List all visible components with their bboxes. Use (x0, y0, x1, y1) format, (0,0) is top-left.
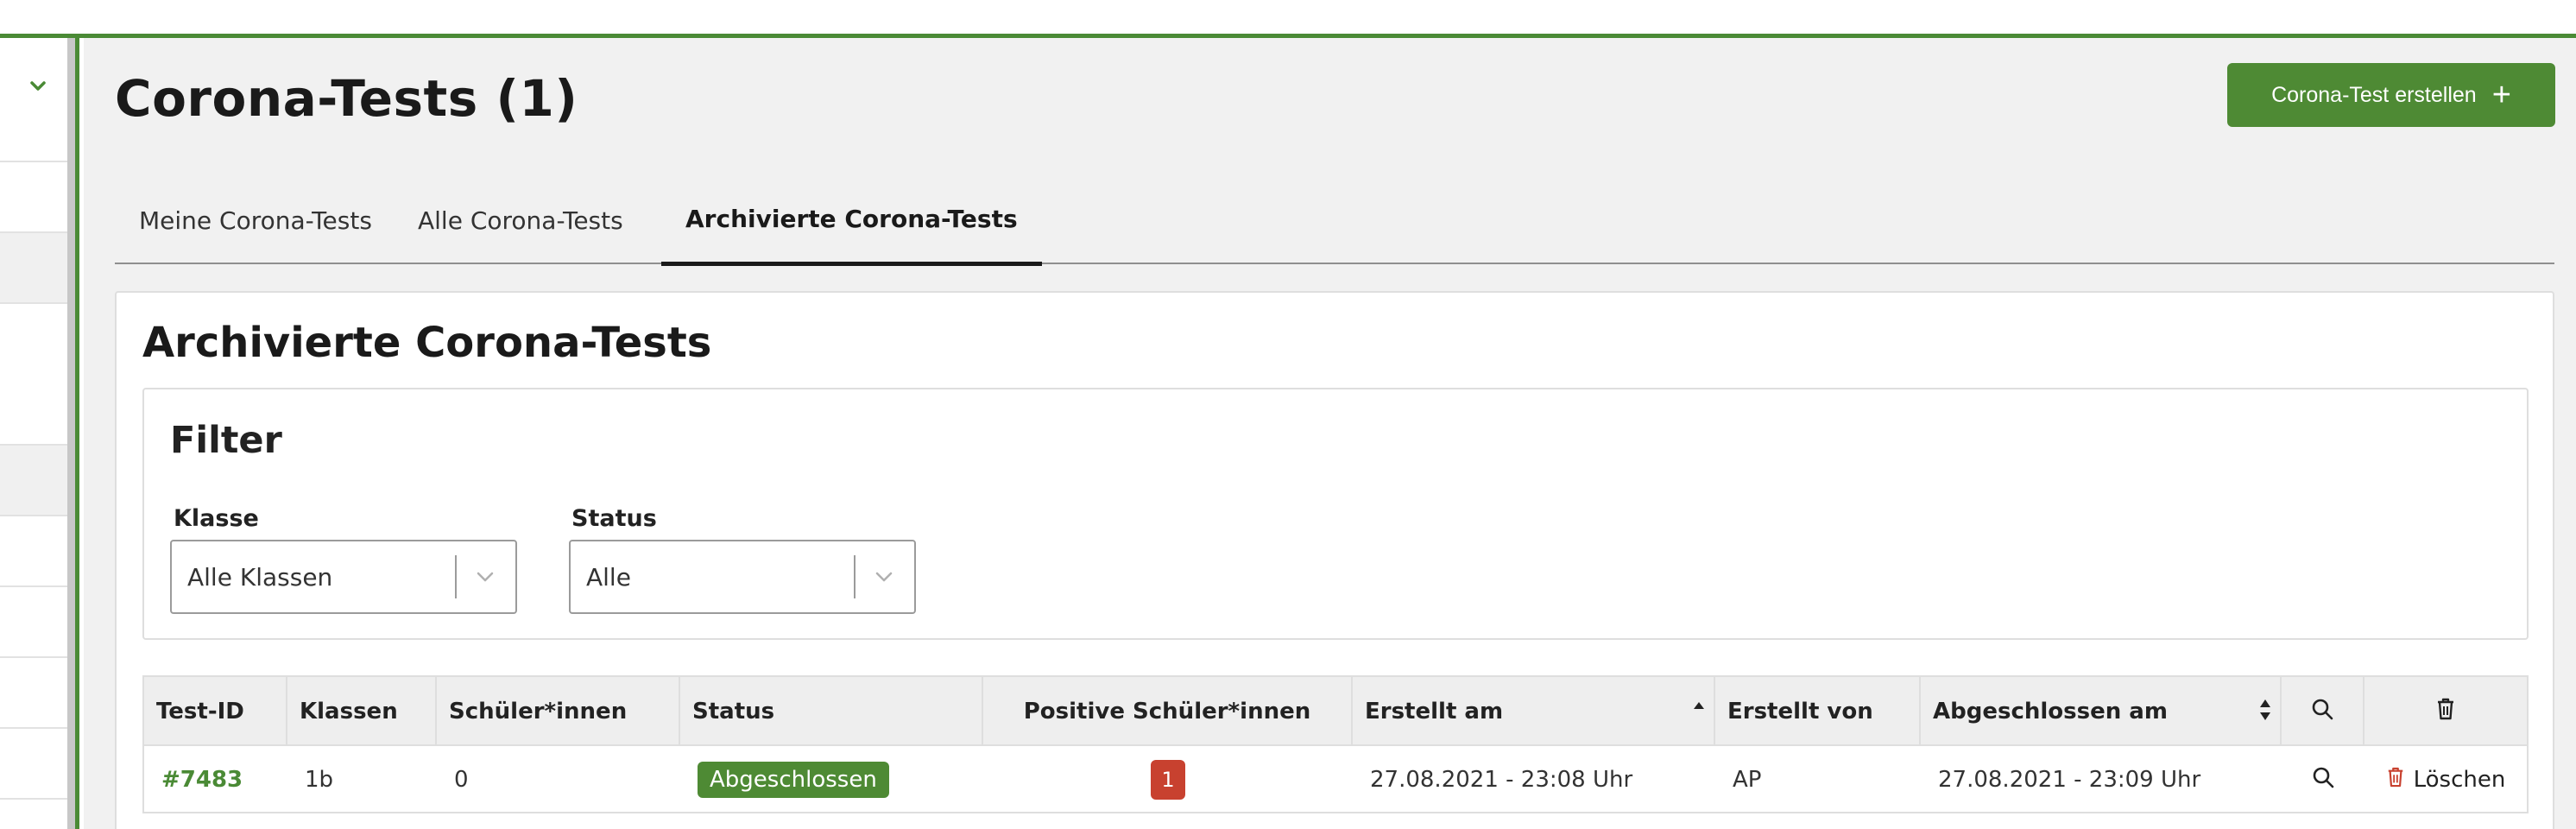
page-title: Corona-Tests (1) (115, 69, 578, 128)
test-id-link[interactable]: #7483 (144, 748, 287, 812)
sort-ascending-icon[interactable] (1693, 701, 1705, 710)
filter-panel: Filter Klasse Alle Klassen Status Alle (142, 388, 2529, 640)
card-title: Archivierte Corona-Tests (142, 319, 712, 367)
column-header-abgeschlossen-am-label: Abgeschlossen am (1933, 699, 2168, 725)
delete-label: Löschen (2413, 767, 2506, 793)
status-select[interactable]: Alle (569, 540, 916, 614)
test-id-value[interactable]: #7483 (161, 767, 243, 793)
column-header-erstellt-am-label: Erstellt am (1365, 699, 1504, 725)
sidebar-item[interactable] (0, 161, 67, 231)
plus-icon: + (2491, 77, 2511, 113)
archive-card: Archivierte Corona-Tests Filter Klasse A… (115, 291, 2554, 829)
column-header-status[interactable]: Status (680, 677, 983, 746)
column-header-schueler[interactable]: Schüler*innen (437, 677, 680, 746)
sidebar-item[interactable] (0, 515, 67, 585)
delete-button[interactable]: Löschen (2386, 766, 2506, 794)
table-row: #7483 1b 0 Abgeschlossen 1 27.08.2021 - … (144, 748, 2527, 812)
corona-tests-table: Test-ID Klassen Schüler*innen Status Pos… (142, 675, 2529, 813)
column-header-klassen[interactable]: Klassen (287, 677, 437, 746)
status-cell: Abgeschlossen (680, 748, 983, 812)
create-corona-test-button[interactable]: Corona-Test erstellen + (2227, 63, 2555, 127)
sidebar-item[interactable] (0, 444, 67, 515)
klasse-select[interactable]: Alle Klassen (170, 540, 517, 614)
select-separator (854, 555, 856, 598)
tab-archivierte-corona-tests[interactable]: Archivierte Corona-Tests (661, 176, 1042, 266)
positive-count-badge: 1 (1151, 760, 1185, 800)
status-label: Status (571, 505, 657, 532)
schueler-cell: 0 (454, 767, 469, 793)
chevron-down-icon[interactable] (26, 74, 50, 98)
tab-bar: Meine Corona-Tests Alle Corona-Tests Arc… (115, 176, 2554, 266)
column-header-abgeschlossen-am[interactable]: Abgeschlossen am (1921, 677, 2282, 746)
column-header-positive[interactable]: Positive Schüler*innen (983, 677, 1353, 746)
view-cell (2282, 748, 2364, 812)
column-header-erstellt-am[interactable]: Erstellt am (1353, 677, 1715, 746)
sidebar (0, 38, 67, 829)
abgeschlossen-am-cell: 27.08.2021 - 23:09 Uhr (1938, 767, 2201, 793)
status-badge: Abgeschlossen (698, 762, 889, 798)
status-select-value: Alle (586, 562, 631, 592)
erstellt-von-cell: AP (1733, 767, 1762, 793)
sidebar-divider (67, 38, 79, 829)
select-separator (455, 555, 457, 598)
klassen-cell: 1b (305, 767, 334, 793)
chevron-down-icon[interactable] (472, 564, 498, 590)
search-icon[interactable] (2312, 766, 2334, 794)
column-header-delete[interactable] (2364, 677, 2527, 746)
klasse-label: Klasse (174, 505, 259, 532)
search-icon[interactable] (2311, 698, 2333, 726)
top-bar (0, 0, 2576, 38)
sidebar-item[interactable] (0, 585, 67, 656)
positive-cell: 1 (983, 748, 1353, 812)
tab-alle-corona-tests[interactable]: Alle Corona-Tests (394, 176, 647, 264)
sort-icon[interactable] (2259, 698, 2271, 722)
filter-title: Filter (170, 419, 282, 462)
column-header-search[interactable] (2282, 677, 2364, 746)
sidebar-item[interactable] (0, 231, 67, 302)
main-content: Corona-Tests (1) Corona-Test erstellen +… (84, 38, 2576, 829)
chevron-down-icon[interactable] (871, 564, 897, 590)
column-header-test-id[interactable]: Test-ID (144, 677, 287, 746)
column-header-erstellt-von[interactable]: Erstellt von (1715, 677, 1921, 746)
sidebar-item[interactable] (0, 798, 67, 829)
klasse-select-value: Alle Klassen (187, 562, 333, 592)
delete-cell: Löschen (2364, 748, 2527, 812)
trash-icon (2386, 766, 2405, 794)
sidebar-item[interactable] (0, 727, 67, 798)
table-header: Test-ID Klassen Schüler*innen Status Pos… (144, 677, 2527, 746)
erstellt-am-cell: 27.08.2021 - 23:08 Uhr (1370, 767, 1633, 793)
tab-meine-corona-tests[interactable]: Meine Corona-Tests (115, 176, 396, 264)
sidebar-item[interactable] (0, 656, 67, 727)
sidebar-item[interactable] (0, 302, 67, 444)
create-button-label: Corona-Test erstellen (2271, 82, 2477, 107)
trash-icon[interactable] (2435, 697, 2456, 727)
